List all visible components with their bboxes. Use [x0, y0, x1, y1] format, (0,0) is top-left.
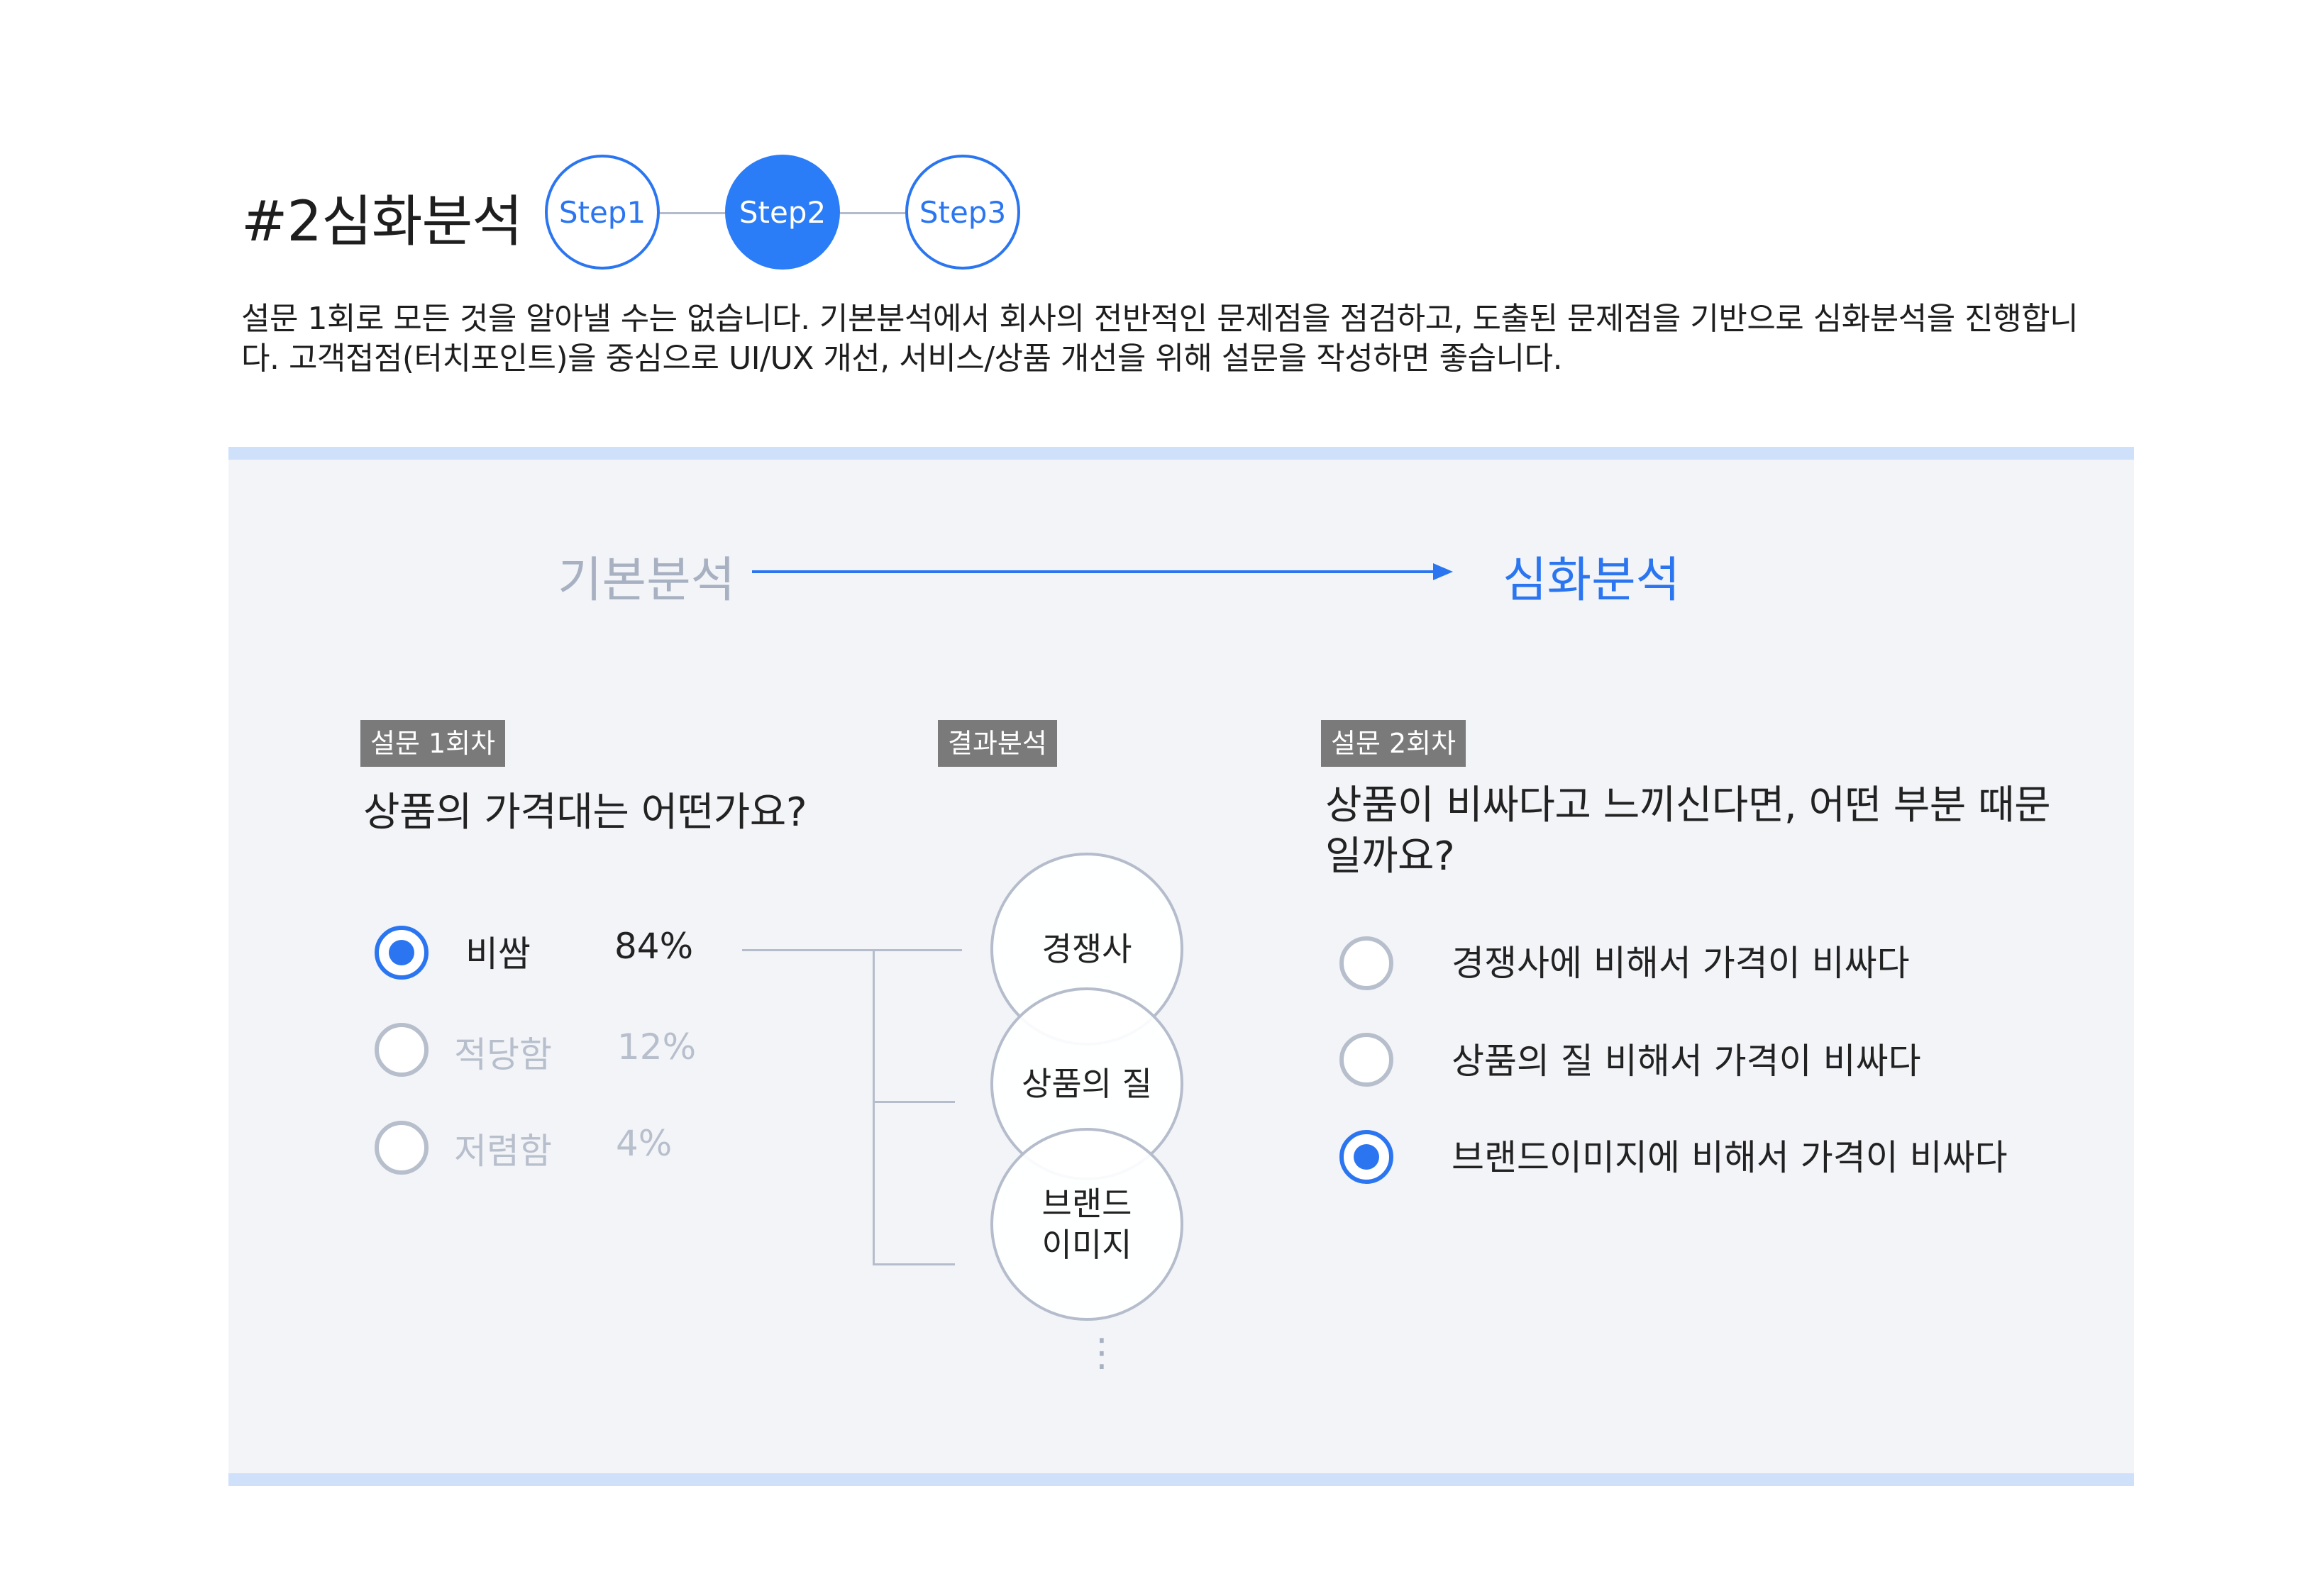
survey2-option-label: 경쟁사에 비해서 가격이 비싸다	[1452, 943, 1910, 984]
survey1-option-label: 저렴함	[454, 1131, 552, 1172]
flow-from-label: 기본분석	[558, 553, 736, 609]
step-2-button[interactable]: Step2	[725, 155, 840, 270]
survey1-tag: 설문 1회차	[360, 720, 506, 767]
step-1-button[interactable]: Step1	[545, 155, 660, 270]
survey1-option-percent: 4%	[616, 1123, 673, 1164]
connector-line	[873, 1101, 955, 1103]
step-connector	[660, 212, 725, 214]
panel-bottom-band	[228, 1473, 2134, 1486]
page-title: #2심화분석	[241, 190, 523, 254]
survey1-radio-1[interactable]	[375, 926, 429, 980]
flow-arrow-icon	[752, 563, 1453, 580]
survey1-option-label: 비쌈	[465, 933, 531, 975]
survey2-question: 상품이 비싸다고 느끼신다면, 어떤 부분 때문일까요?	[1325, 782, 2051, 880]
step-connector	[840, 212, 905, 214]
survey2-radio-1[interactable]	[1339, 936, 1393, 990]
survey2-option-label: 상품의 질 비해서 가격이 비싸다	[1452, 1041, 1921, 1082]
survey2-radio-2[interactable]	[1339, 1033, 1393, 1087]
more-icon: ⋮	[1083, 1330, 1121, 1375]
survey2-option-label: 브랜드이미지에 비해서 가격이 비싸다	[1452, 1137, 2008, 1178]
factor-brand-image: 브랜드 이미지	[990, 1128, 1183, 1321]
survey1-radio-2[interactable]	[375, 1023, 429, 1077]
survey1-radio-3[interactable]	[375, 1121, 429, 1175]
connector-line	[873, 949, 875, 1265]
step-3-button[interactable]: Step3	[905, 155, 1020, 270]
survey2-radio-3[interactable]	[1339, 1130, 1393, 1184]
survey1-option-percent: 84%	[614, 926, 694, 967]
connector-line	[742, 949, 962, 951]
survey1-question: 상품의 가격대는 어떤가요?	[363, 789, 807, 836]
survey2-tag: 설문 2회차	[1321, 720, 1466, 767]
flow-to-label: 심화분석	[1503, 553, 1681, 609]
survey1-option-label: 적당함	[454, 1034, 552, 1075]
description: 설문 1회로 모든 것을 알아낼 수는 없습니다. 기본분석에서 회사의 전반적…	[241, 301, 2079, 377]
connector-line	[873, 1263, 955, 1265]
survey1-option-percent: 12%	[617, 1026, 697, 1068]
panel-top-band	[228, 447, 2134, 460]
analysis-tag: 결과분석	[938, 720, 1057, 767]
